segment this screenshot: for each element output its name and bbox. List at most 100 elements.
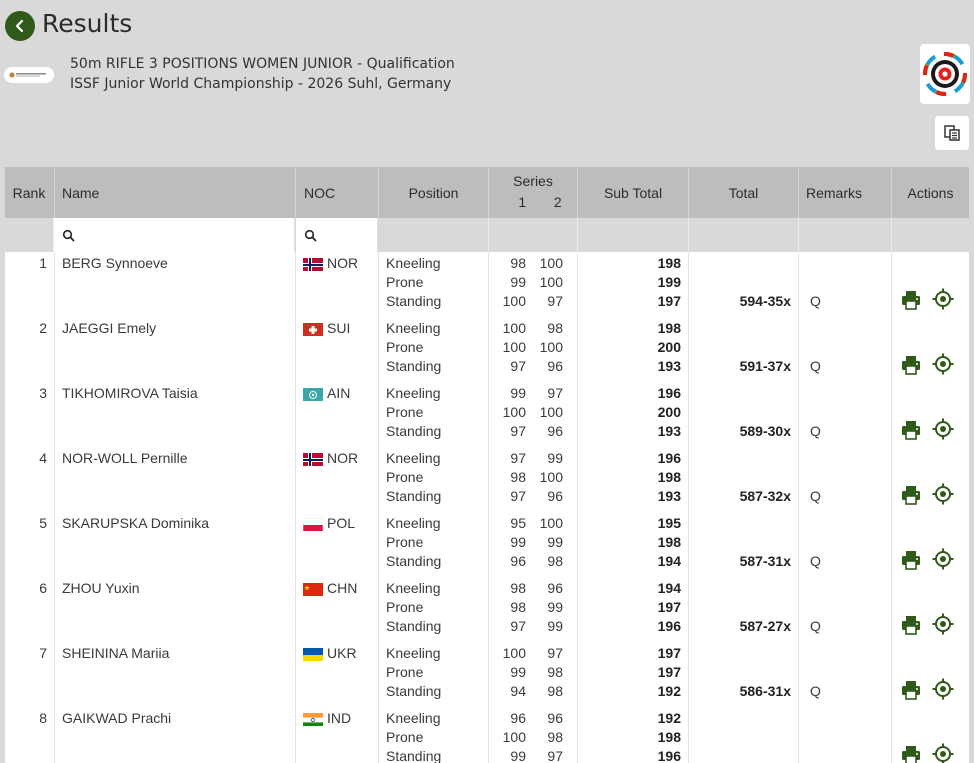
sub-total-score: 197 xyxy=(657,599,681,615)
table-row: 7 SHEININA Mariia UKR Kneeling 100 97 197 Prone… xyxy=(5,642,969,707)
sub-total-score: 198 xyxy=(657,729,681,745)
sub-total-score: 196 xyxy=(657,618,681,634)
series-1-score: 97 xyxy=(510,358,526,374)
target-view-button[interactable] xyxy=(932,288,954,310)
crosshair-icon xyxy=(932,353,954,375)
athlete-name[interactable]: JAEGGI Emely xyxy=(62,319,156,338)
athlete-name[interactable]: TIKHOMIROVA Taisia xyxy=(62,384,198,403)
column-rank[interactable]: Rank xyxy=(5,167,53,218)
column-noc[interactable]: NOC xyxy=(295,167,378,218)
sub-total-score: 192 xyxy=(657,683,681,699)
series-1-score: 99 xyxy=(510,534,526,550)
name-filter-input[interactable] xyxy=(81,221,294,249)
remark-cell: Q xyxy=(810,358,821,374)
sub-total-score: 192 xyxy=(657,710,681,726)
total-score: 586-31x xyxy=(739,683,791,699)
column-name[interactable]: Name xyxy=(54,167,295,218)
target-view-button[interactable] xyxy=(932,418,954,440)
series-2-score: 98 xyxy=(547,729,563,745)
column-position: Position xyxy=(378,167,488,218)
crosshair-icon xyxy=(932,613,954,635)
series-2-score: 97 xyxy=(547,293,563,309)
print-button[interactable] xyxy=(900,289,922,311)
series-1-score: 100 xyxy=(502,339,526,355)
flag-icon xyxy=(303,387,323,401)
noc-filter[interactable] xyxy=(296,218,378,252)
noc-filter-input[interactable] xyxy=(323,221,377,249)
sub-total-score: 197 xyxy=(657,293,681,309)
series-1-score: 97 xyxy=(510,488,526,504)
remark-cell: Q xyxy=(810,618,821,634)
target-view-button[interactable] xyxy=(932,678,954,700)
print-button[interactable] xyxy=(900,744,922,763)
printer-icon xyxy=(902,681,920,700)
target-view-button[interactable] xyxy=(932,743,954,763)
back-button[interactable] xyxy=(5,11,35,41)
print-button[interactable] xyxy=(900,354,922,376)
athlete-name[interactable]: SHEININA Mariia xyxy=(62,644,169,663)
search-icon xyxy=(304,229,317,241)
series-2-score: 96 xyxy=(547,488,563,504)
print-button[interactable] xyxy=(900,679,922,701)
sub-total-score: 199 xyxy=(657,274,681,290)
column-sub-total: Sub Total xyxy=(577,167,688,218)
print-button[interactable] xyxy=(900,614,922,636)
athlete-name[interactable]: GAIKWAD Prachi xyxy=(62,709,171,728)
results-table-body: 1 BERG Synnoeve NOR Kneeling 98 100 198 Prone 99… xyxy=(5,252,969,763)
rank-cell: 4 xyxy=(39,450,47,466)
page-header: Results 50m RIFLE 3 POSITIONS WOMEN JUNI… xyxy=(0,0,974,168)
printer-icon xyxy=(902,486,920,505)
organizer-logo xyxy=(4,67,54,83)
column-total[interactable]: Total xyxy=(688,167,798,218)
sub-total-score: 198 xyxy=(657,320,681,336)
total-score: 591-37x xyxy=(739,358,791,374)
series-2-score: 96 xyxy=(547,358,563,374)
chevron-left-icon xyxy=(15,19,24,33)
crosshair-icon xyxy=(932,418,954,440)
series-2-score: 97 xyxy=(547,748,563,763)
rank-cell: 2 xyxy=(39,320,47,336)
series-label: Series xyxy=(513,172,553,189)
table-row: 1 BERG Synnoeve NOR Kneeling 98 100 198 Prone 99… xyxy=(5,252,969,317)
position-label: Prone xyxy=(386,274,424,290)
print-button[interactable] xyxy=(900,419,922,441)
athlete-name[interactable]: BERG Synnoeve xyxy=(62,254,168,273)
position-label: Standing xyxy=(386,423,442,439)
target-view-button[interactable] xyxy=(932,613,954,635)
print-button[interactable] xyxy=(900,549,922,571)
position-label: Kneeling xyxy=(386,320,441,336)
series-1-score: 100 xyxy=(502,404,526,420)
rank-cell: 6 xyxy=(39,580,47,596)
athlete-name[interactable]: NOR-WOLL Pernille xyxy=(62,449,188,468)
table-row: 3 TIKHOMIROVA Taisia AIN Kneeling 99 97 196 Pro… xyxy=(5,382,969,447)
series-2-score: 96 xyxy=(547,710,563,726)
series-2-score: 100 xyxy=(539,404,563,420)
rank-cell: 1 xyxy=(39,255,47,271)
series-subheaders: 1 2 xyxy=(489,190,578,214)
target-view-button[interactable] xyxy=(932,483,954,505)
position-label: Standing xyxy=(386,683,442,699)
name-filter[interactable] xyxy=(54,218,295,252)
noc-cell: AIN xyxy=(327,385,351,401)
noc-cell: UKR xyxy=(327,645,357,661)
sub-total-score: 193 xyxy=(657,423,681,439)
series-1-score: 100 xyxy=(502,729,526,745)
target-view-button[interactable] xyxy=(932,353,954,375)
print-button[interactable] xyxy=(900,484,922,506)
column-series: Series 1 2 xyxy=(488,167,577,218)
athlete-name[interactable]: SKARUPSKA Dominika xyxy=(62,514,209,533)
sub-total-score: 196 xyxy=(657,748,681,763)
sub-total-score: 197 xyxy=(657,645,681,661)
total-score: 587-27x xyxy=(739,618,791,634)
flag-icon xyxy=(303,257,323,271)
athlete-name[interactable]: ZHOU Yuxin xyxy=(62,579,140,598)
position-label: Prone xyxy=(386,469,424,485)
issf-target-logo xyxy=(920,44,970,104)
series-2-score: 96 xyxy=(547,580,563,596)
target-view-button[interactable] xyxy=(932,548,954,570)
total-score: 587-32x xyxy=(739,488,791,504)
export-button[interactable] xyxy=(935,116,969,150)
series-1-score: 99 xyxy=(510,748,526,763)
series-1-score: 95 xyxy=(510,515,526,531)
table-row: 8 GAIKWAD Prachi IND Kneeling 96 96 192 Prone 10… xyxy=(5,707,969,763)
